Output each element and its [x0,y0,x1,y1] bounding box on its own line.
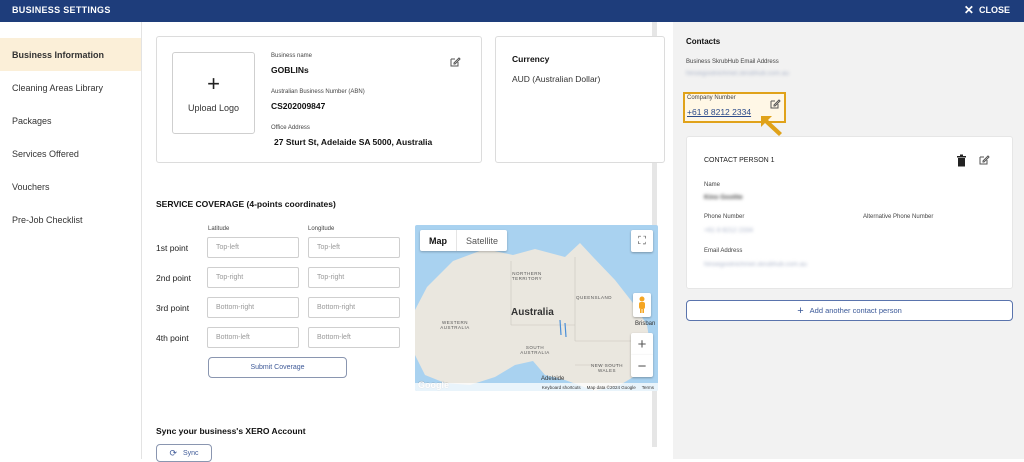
sidebar-item-services-offered[interactable]: Services Offered [0,137,141,170]
top-bar: BUSINESS SETTINGS ✕ CLOSE [0,0,1024,22]
point-1-longitude-input[interactable]: Top-left [308,237,400,258]
point-2-longitude-input[interactable]: Top-right [308,267,400,288]
service-coverage-title: SERVICE COVERAGE (4-points coordinates) [156,199,336,209]
company-number-value[interactable]: +61 8 8212 2334 [687,107,751,117]
sidebar-item-label: Services Offered [12,148,79,159]
sidebar-item-pre-job-checklist[interactable]: Pre-Job Checklist [0,203,141,236]
street-view-pegman-icon[interactable] [633,293,651,317]
map-label-adelaide: Adelaide [541,376,565,382]
sync-icon: ⟳ [169,447,177,458]
upload-logo-label: Upload Logo [187,103,240,113]
edit-icon[interactable] [449,56,461,68]
map-type-tabs: Map Satellite [420,230,508,251]
business-name-label: Business name [271,53,313,59]
map-label-brisbane: Brisban [635,321,656,327]
sync-label: Sync [182,449,199,457]
latitude-label: Latitude [208,226,230,232]
sidebar-item-business-information[interactable]: Business Information [0,38,141,71]
map-label-nsw: NEW SOUTH WALES [591,363,623,373]
point-2-latitude-input[interactable]: Top-right [207,267,299,288]
sync-button[interactable]: ⟳ Sync [156,444,212,462]
coverage-map[interactable]: Map Satellite ⛶ NORTHERN TERRITORY QUEEN… [415,225,658,391]
close-button[interactable]: ✕ CLOSE [964,4,1010,16]
contact-person-heading: CONTACT PERSON 1 [704,157,775,164]
pointer-arrow-icon [761,116,782,136]
trash-icon[interactable] [956,154,967,167]
sidebar-item-label: Vouchers [12,181,50,192]
sidebar-item-label: Business Information [12,49,105,60]
upload-logo-button[interactable]: + Upload Logo [172,52,255,134]
fullscreen-icon[interactable]: ⛶ [631,230,653,252]
edit-contact-icon[interactable] [978,154,990,166]
add-contact-person-button[interactable]: + Add another contact person [686,300,1013,321]
point-4-latitude-input[interactable]: Bottom-left [207,327,299,348]
point-4-longitude-input[interactable]: Bottom-left [308,327,400,348]
contact-email-label: Email Address [704,248,743,254]
map-footer: Keyboard shortcuts Map data ©2024 Google… [415,383,658,391]
longitude-label: Longitude [308,226,335,232]
map-label-sa: SOUTH AUSTRALIA [520,345,550,355]
xero-title: Sync your business's XERO Account [156,426,306,436]
company-number-label: Company Number [687,95,736,101]
contact-phone-value: +61 8 8212 2334 [704,227,753,234]
contact-phone-label: Phone Number [704,214,745,220]
sidebar-item-vouchers[interactable]: Vouchers [0,170,141,203]
map-label-country: Australia [511,307,554,318]
contact-name-value: Kino Goolite [704,194,743,201]
sidebar-item-label: Cleaning Areas Library [12,82,104,93]
point-4-label: 4th point [156,333,189,343]
business-name-value: GOBLINs [271,65,309,75]
map-label-nt: NORTHERN TERRITORY [511,271,543,281]
business-email-value: hinoegootnichmet.skrubhub.com.au [686,70,789,77]
abn-label: Australian Business Number (ABN) [271,89,365,95]
point-3-label: 3rd point [156,303,190,313]
office-address-value: 27 Sturt St, Adelaide SA 5000, Australia [274,137,433,147]
close-label: CLOSE [978,5,1010,15]
page-title: BUSINESS SETTINGS [12,5,111,15]
point-3-longitude-input[interactable]: Bottom-right [308,297,400,318]
abn-value: CS202009847 [271,101,326,111]
zoom-out-button[interactable]: − [631,355,653,377]
map-label-wa: WESTERN AUSTRALIA [440,320,470,330]
submit-coverage-button[interactable]: Submit Coverage [208,357,347,378]
contact-name-label: Name [704,182,721,188]
pegman-icon [639,296,645,313]
edit-company-number-icon[interactable] [769,98,781,110]
contacts-title: Contacts [686,37,721,46]
contact-email-value: hinoegootnichmet.skrubhub.com.au [704,261,807,268]
map-label-qld: QUEENSLAND [576,295,613,300]
point-3-latitude-input[interactable]: Bottom-right [207,297,299,318]
currency-title: Currency [512,54,550,64]
office-address-label: Office Address [271,125,310,131]
sidebar-item-label: Packages [12,115,52,126]
map-tab-map[interactable]: Map [420,230,456,251]
sidebar: Business Information Cleaning Areas Libr… [0,22,142,459]
sidebar-item-label: Pre-Job Checklist [12,214,83,225]
plus-icon: + [207,71,220,96]
sidebar-item-cleaning-areas-library[interactable]: Cleaning Areas Library [0,71,141,104]
currency-value: AUD (Australian Dollar) [512,74,601,84]
point-1-latitude-input[interactable]: Top-left [207,237,299,258]
map-data-text: Map data ©2024 Google [586,384,636,390]
add-contact-label: Add another contact person [809,306,902,315]
contact-alt-phone-label: Alternative Phone Number [863,214,934,220]
point-2-label: 2nd point [156,273,191,283]
close-icon: ✕ [963,3,974,17]
plus-icon: + [797,304,804,317]
keyboard-shortcuts-link[interactable]: Keyboard shortcuts [542,385,581,390]
zoom-in-button[interactable]: + [631,333,653,355]
map-tab-satellite[interactable]: Satellite [456,230,507,251]
business-email-label: Business SkrubHub Email Address [686,59,779,65]
point-1-label: 1st point [156,243,189,253]
sidebar-item-packages[interactable]: Packages [0,104,141,137]
terms-link[interactable]: Terms [642,385,654,390]
